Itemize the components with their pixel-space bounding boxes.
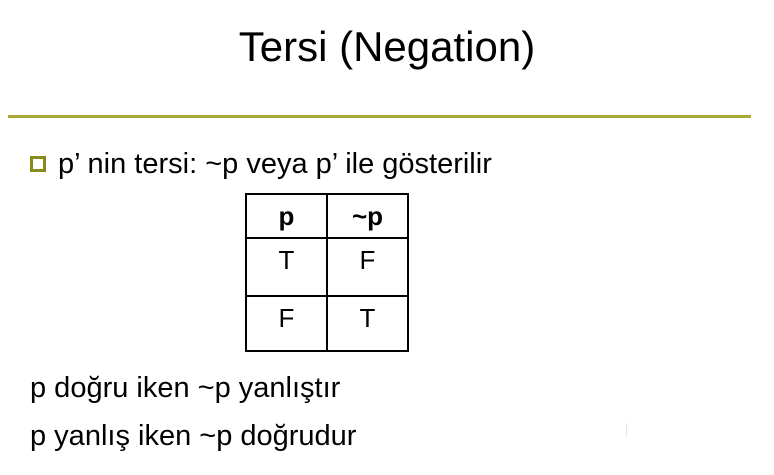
table-header-row: p ~p bbox=[245, 193, 409, 239]
table-row: F T bbox=[245, 295, 409, 352]
table-cell: T bbox=[326, 295, 409, 352]
bullet-item: p’ nin tersi: ~p veya p’ ile gösterilir bbox=[30, 144, 492, 184]
truth-table: p ~p T F F T bbox=[245, 193, 409, 352]
column-header-not-p: ~p bbox=[326, 193, 409, 239]
statement-false-case: p yanlış iken ~p doğrudur bbox=[30, 420, 357, 452]
bullet-text: p’ nin tersi: ~p veya p’ ile gösterilir bbox=[58, 147, 492, 180]
table-cell: F bbox=[326, 237, 409, 297]
text-cursor-icon bbox=[626, 423, 627, 437]
title-divider bbox=[8, 115, 751, 118]
slide-title: Tersi (Negation) bbox=[238, 23, 536, 70]
table-row: T F bbox=[245, 237, 409, 297]
statement-true-case: p doğru iken ~p yanlıştır bbox=[30, 372, 341, 404]
table-cell: T bbox=[245, 237, 328, 297]
hollow-square-bullet-icon bbox=[30, 156, 46, 172]
column-header-p: p bbox=[245, 193, 328, 239]
table-cell: F bbox=[245, 295, 328, 352]
